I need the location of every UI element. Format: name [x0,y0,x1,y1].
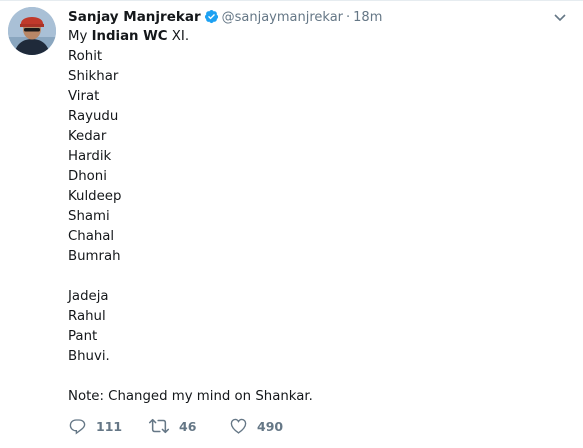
verified-badge-icon [204,9,219,24]
reply-button[interactable]: 111 [68,417,148,435]
author-name[interactable]: Sanjay Manjrekar [68,9,201,25]
reserve-name: Jadeja [68,289,109,304]
tweet-actions: 111 46 490 [68,415,309,437]
reply-icon [68,417,87,435]
player-name: Shami [68,209,110,224]
player-name: Rayudu [68,109,119,124]
separator-dot: · [346,10,351,25]
avatar[interactable] [8,7,56,55]
tweet-timestamp[interactable]: 18m [353,10,382,25]
like-button[interactable]: 490 [229,417,309,435]
chevron-down-icon[interactable] [553,7,567,27]
retweet-button[interactable]: 46 [148,417,229,435]
tweet-intro: My Indian WC XI. [68,29,190,44]
reserve-name: Rahul [68,309,106,324]
like-count: 490 [257,418,284,434]
retweet-count: 46 [179,418,197,434]
reserve-name: Bhuvi. [68,349,110,364]
player-name: Rohit [68,49,103,64]
player-name: Dhoni [68,169,107,184]
player-name: Bumrah [68,249,121,264]
player-name: Virat [68,89,100,104]
reserve-name: Pant [68,329,98,344]
tweet: Sanjay Manjrekar @sanjaymanjrekar · 18m My … [0,0,583,448]
player-name: Hardik [68,149,112,164]
tweet-intro-bold: Indian WC [91,29,168,44]
player-name: Kedar [68,129,107,144]
reply-count: 111 [96,418,123,434]
tweet-text: My Indian WC XI. Rohit Shikhar Virat Ray… [68,27,569,407]
tweet-content: Sanjay Manjrekar @sanjaymanjrekar · 18m My … [68,7,569,407]
player-name: Chahal [68,229,115,244]
tweet-note: Note: Changed my mind on Shankar. [68,389,313,404]
author-handle[interactable]: @sanjaymanjrekar [222,10,343,25]
retweet-icon [148,417,170,435]
like-icon [229,417,248,435]
player-name: Shikhar [68,69,119,84]
tweet-header: Sanjay Manjrekar @sanjaymanjrekar · 18m [68,7,569,27]
player-name: Kuldeep [68,189,122,204]
